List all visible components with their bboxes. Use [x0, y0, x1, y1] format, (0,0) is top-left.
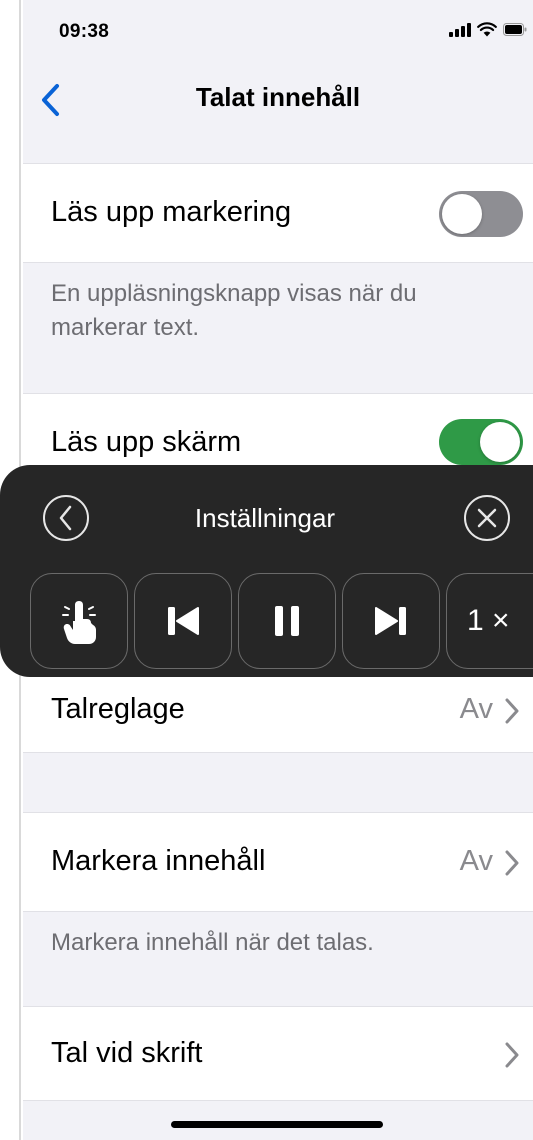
highlight-content-row[interactable]: Markera innehåll Av: [23, 812, 533, 912]
touch-to-speak-icon: [62, 601, 96, 644]
pause-icon: [275, 606, 299, 636]
typing-feedback-label: Tal vid skrift: [51, 1037, 203, 1069]
speak-screen-toggle[interactable]: [439, 419, 523, 465]
skip-back-icon: [168, 607, 199, 635]
speak-selection-toggle[interactable]: [439, 191, 523, 237]
status-bar: 09:38: [23, 0, 533, 62]
speech-controller-panel: Inställningar 1 ×: [0, 465, 533, 677]
speed-label: 1 ×: [467, 604, 510, 637]
status-time: 09:38: [59, 21, 110, 42]
chevron-left-icon: [59, 505, 72, 531]
chevron-right-icon: [505, 698, 519, 724]
speak-selection-label: Läs upp markering: [51, 196, 292, 228]
page-title: Talat innehåll: [195, 82, 361, 112]
pause-button[interactable]: [238, 573, 336, 669]
speak-selection-footer: En uppläsningsknapp visas när du markera…: [51, 280, 417, 341]
highlight-content-footer: Markera innehåll när det talas.: [51, 929, 374, 956]
cellular-signal-icon: [449, 22, 471, 37]
status-icons: [449, 22, 527, 37]
toggle-knob: [480, 422, 520, 462]
close-icon: [477, 508, 497, 528]
touch-to-speak-button[interactable]: [30, 573, 128, 669]
speech-controller-value: Av: [459, 693, 493, 725]
home-indicator[interactable]: [171, 1121, 383, 1128]
controller-close-button[interactable]: [464, 495, 510, 541]
skip-back-button[interactable]: [134, 573, 232, 669]
controller-title: Inställningar: [194, 503, 336, 533]
navigation-bar: Talat innehåll: [23, 62, 533, 140]
typing-feedback-row[interactable]: Tal vid skrift: [23, 1006, 533, 1101]
battery-icon: [503, 23, 527, 36]
speak-screen-label: Läs upp skärm: [51, 426, 242, 458]
wifi-icon: [477, 22, 497, 37]
chevron-right-icon: [505, 1042, 519, 1068]
speak-selection-row: Läs upp markering: [23, 163, 533, 263]
skip-forward-icon: [375, 607, 406, 635]
speed-button[interactable]: 1 ×: [446, 573, 533, 669]
skip-forward-button[interactable]: [342, 573, 440, 669]
controller-back-button[interactable]: [43, 495, 89, 541]
toggle-knob: [442, 194, 482, 234]
speech-controller-label: Talreglage: [51, 693, 185, 725]
chevron-right-icon: [505, 850, 519, 876]
highlight-content-label: Markera innehåll: [51, 845, 266, 877]
highlight-content-value: Av: [459, 845, 493, 877]
